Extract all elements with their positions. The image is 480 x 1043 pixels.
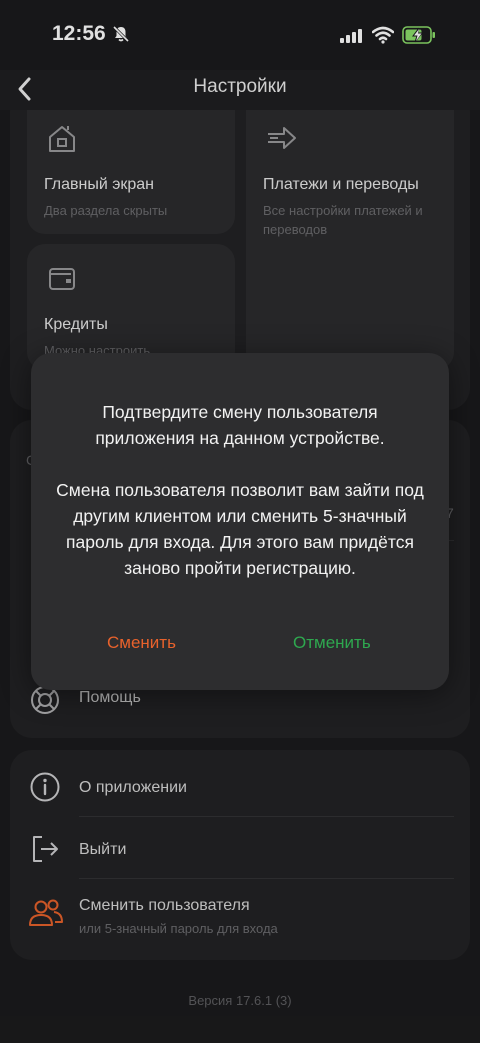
tile-subtitle: Все настройки платежей и переводов [263,203,423,237]
tile-title: Кредиты [44,316,108,333]
dialog-message: Подтвердите смену пользователя приложени… [51,399,429,581]
menu-item-label: О приложении [79,779,187,796]
confirm-switch-button[interactable]: Сменить [107,633,176,653]
cancel-button[interactable]: Отменить [293,633,371,653]
dialog-message-line: Смена пользователя позволит вам зайти по… [56,480,424,578]
menu-item-switch-user[interactable]: Сменить пользователя или 5-значный парол… [28,893,448,941]
menu-item-exit[interactable]: Выйти [28,832,448,868]
tile-title: Главный экран [44,176,155,193]
tile-subtitle: Два раздела скрыты [44,203,168,218]
menu-item-subtitle: или 5-значный пароль для входа [79,921,278,936]
users-icon [29,899,63,926]
tile-credits[interactable]: Кредиты Можно настроить [27,244,235,370]
page-title: Настройки [193,76,287,97]
tile-title: Платежи и переводы [263,176,419,193]
home-icon [49,126,75,152]
info-icon [30,772,60,802]
navigation-bar: Настройки [0,70,480,110]
transfer-arrow-icon [268,127,296,149]
tile-home-screen[interactable]: Главный экран Два раздела скрыты [27,90,235,234]
dialog-message-line: Подтвердите смену пользователя приложени… [95,402,385,448]
menu-item-about[interactable]: О приложении [28,770,448,806]
divider [79,878,454,879]
menu-item-label: Сменить пользователя [79,897,250,914]
tile-payments-transfers[interactable]: Платежи и переводы Все настройки платеже… [246,90,454,370]
app-version: Версия 17.6.1 (3) [188,993,292,1008]
menu-item-label: Помощь [79,689,141,706]
switch-user-dialog: Подтвердите смену пользователя приложени… [31,353,449,690]
logout-icon [33,836,58,862]
menu-item-label: Выйти [79,841,127,858]
divider [79,816,454,817]
wallet-icon [49,268,75,290]
